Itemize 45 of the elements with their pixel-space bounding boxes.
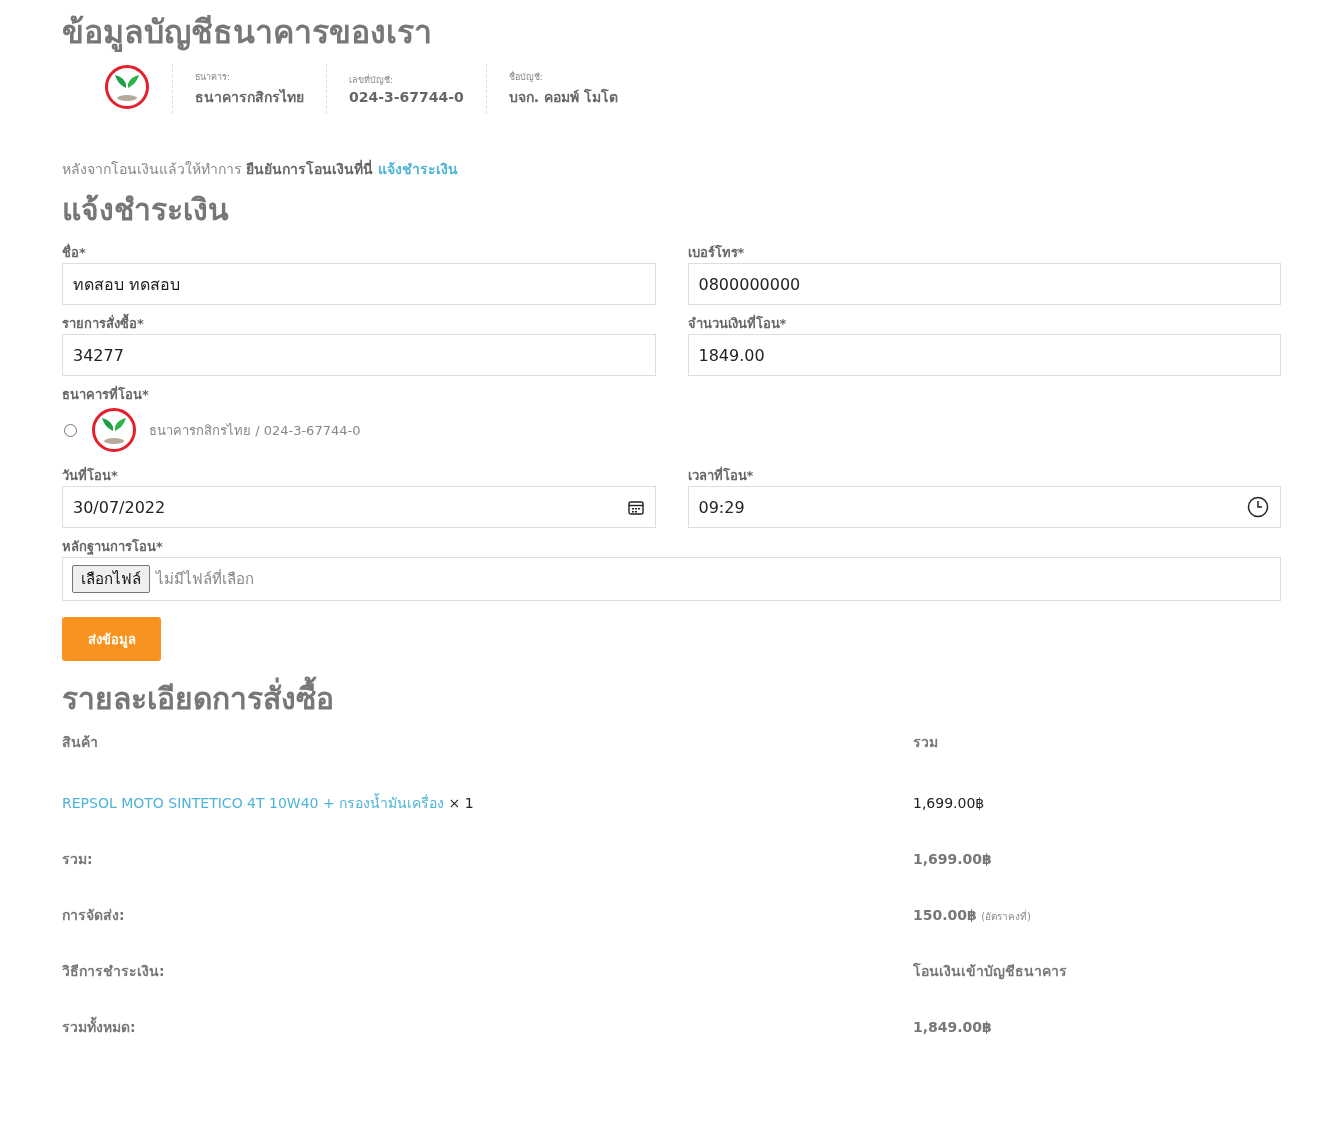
column-header: รวม (913, 733, 939, 752)
field-label: ชื่อ* (62, 242, 87, 259)
input-field[interactable]: 1849.00 (687, 334, 1281, 376)
field-label: เบอร์โทร* (687, 244, 746, 259)
row-value: 1,699.00฿ (913, 795, 985, 811)
choose-file-button[interactable]: เลือกไฟล์ (72, 565, 150, 593)
time-field[interactable]: 09:29 (687, 486, 1281, 528)
field-label: หลักฐานการโอน* (62, 538, 164, 553)
field-label: รายการสั่งซื้อ* (62, 313, 656, 330)
field-label: เวลาที่โอน* (687, 465, 755, 482)
field-label: ชื่อบัญชี: (508, 70, 544, 84)
field-value: ธนาคารกสิกรไทย (195, 88, 304, 107)
shipping-note: (อัตราคงที่) (981, 910, 1032, 922)
field-value: 024-3-67744-0 (349, 89, 464, 105)
order-title: รายละเอียดการสั่งซื้อ (62, 675, 1281, 723)
input-field[interactable]: ทดสอบ ทดสอบ (62, 263, 656, 305)
calendar-icon (627, 499, 644, 515)
section-title: ข้อมูลบัญชีธนาคารของเรา (62, 12, 433, 54)
input-field[interactable]: 0800000000 (687, 263, 1281, 305)
leaf-logo-icon (104, 64, 150, 110)
row-value: โอนเงินเข้าบัญชีธนาคาร (913, 963, 1067, 979)
notice-text: หลังจากโอนเงินแล้วให้ทำการ ยืนยันการโอนเงินที่นี่ แจ้งชำระเงิน (62, 158, 459, 179)
row-value: 150.00฿ (913, 906, 977, 923)
row-label: วิธีการชำระเงิน: (62, 962, 166, 981)
file-status-text: ไม่มีไฟล์ที่เลือก (156, 568, 254, 590)
column-header: สินค้า (62, 733, 99, 752)
row-label: รวมทั้งหมด: (62, 1016, 913, 1038)
field-label: จำนวนเงินที่โอน* (687, 313, 788, 330)
bank-option-label: ธนาคารกสิกรไทย / 024-3-67744-0 (149, 421, 361, 440)
date-field[interactable]: 30/07/2022 (62, 486, 656, 528)
field-label: ธนาคาร: (195, 71, 232, 84)
input-field[interactable]: 34277 (62, 334, 656, 376)
field-label: ธนาคารที่โอน* (62, 384, 150, 401)
row-value: 1,699.00฿ (913, 851, 992, 867)
clock-icon (1247, 496, 1269, 518)
row-value: 1,849.00฿ (913, 1019, 992, 1035)
field-value: บจก. คอมพ์ โมโต (508, 87, 618, 107)
row-label: รวม: (62, 850, 94, 869)
row-label: การจัดส่ง: (62, 906, 126, 925)
field-label: เลขที่บัญชี: (349, 73, 395, 87)
file-field[interactable]: เลือกไฟล์ ไม่มีไฟล์ที่เลือก (62, 557, 1281, 601)
form-title: แจ้งชำระเงิน (62, 191, 230, 229)
field-label: วันที่โอน* (62, 465, 119, 482)
quantity-text: × 1 (448, 795, 474, 811)
leaf-logo-icon (91, 407, 137, 453)
